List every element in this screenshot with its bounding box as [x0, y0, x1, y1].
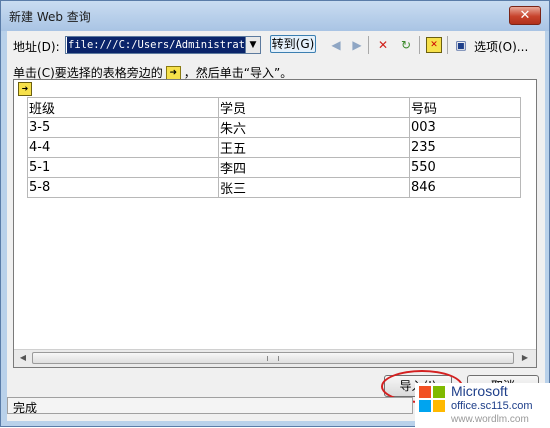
table-cell: 550 — [409, 157, 521, 178]
table-row: 5-8 张三 846 — [27, 177, 521, 198]
instruction-suffix: ，然后单击“导入”。 — [183, 66, 293, 80]
new-web-query-window: 新建 Web 查询 ✕ 地址(D): file:///C:/Users/Admi… — [0, 0, 550, 428]
address-label: 地址(D): — [13, 40, 60, 54]
watermark: Microsoft office.sc115.com www.wordlm.co… — [415, 383, 550, 428]
scroll-right-icon[interactable]: ▶ — [519, 352, 531, 364]
toolbar-separator — [368, 36, 369, 54]
address-dropdown-button[interactable]: ▼ — [245, 36, 261, 54]
instruction-prefix: 单击 — [13, 66, 38, 80]
table-row: 3-5 朱六 003 — [27, 117, 521, 138]
chevron-down-icon: ▼ — [249, 40, 257, 50]
address-input[interactable]: file:///C:/Users/Administrator/ — [65, 36, 247, 54]
save-query-icon[interactable]: ▣ — [453, 37, 469, 53]
scroll-grip-icon — [267, 356, 279, 361]
hide-icons-icon[interactable]: ✕ — [426, 37, 442, 53]
dialog-client-area: 地址(D): file:///C:/Users/Administrator/ ▼… — [7, 31, 545, 421]
table-cell: 号码 — [409, 97, 521, 118]
go-button[interactable]: 转到(G) — [270, 35, 316, 53]
instruction-mid: 要选择的表格旁边的 — [54, 66, 163, 80]
close-button[interactable]: ✕ — [509, 6, 541, 25]
address-value: file:///C:/Users/Administrator/ — [67, 37, 246, 53]
table-row: 4-4 王五 235 — [27, 137, 521, 158]
window-title: 新建 Web 查询 — [9, 10, 91, 24]
title-bar: 新建 Web 查询 ✕ — [1, 1, 549, 31]
table-cell: 班级 — [27, 97, 219, 118]
forward-icon[interactable]: ▶ — [349, 37, 365, 53]
table-cell: 李四 — [218, 157, 410, 178]
table-cell: 王五 — [218, 137, 410, 158]
data-table: 班级 学员 号码 3-5 朱六 003 4-4 王五 235 5-1 李四 550 5-8 张三 846 — [27, 97, 521, 198]
toolbar-separator — [447, 36, 448, 54]
refresh-icon[interactable]: ↻ — [398, 37, 414, 53]
scroll-left-icon[interactable]: ◀ — [17, 352, 29, 364]
table-cell: 3-5 — [27, 117, 219, 138]
toolbar-separator — [419, 36, 420, 54]
table-cell: 846 — [409, 177, 521, 198]
table-header-row: 班级 学员 号码 — [27, 97, 521, 118]
toolbar: 地址(D): file:///C:/Users/Administrator/ ▼… — [7, 31, 545, 61]
watermark-url: www.wordlm.com — [451, 414, 529, 425]
scroll-thumb[interactable] — [32, 352, 514, 364]
table-select-arrow-icon[interactable]: ➜ — [18, 82, 32, 96]
table-cell: 学员 — [218, 97, 410, 118]
horizontal-scrollbar[interactable]: ◀ ▶ — [14, 349, 536, 367]
watermark-site: office.sc115.com — [451, 400, 533, 412]
table-cell: 朱六 — [218, 117, 410, 138]
watermark-brand: Microsoft — [451, 383, 508, 399]
table-cell: 5-8 — [27, 177, 219, 198]
options-button[interactable]: 选项(O)... — [474, 38, 528, 55]
table-cell: 张三 — [218, 177, 410, 198]
table-row: 5-1 李四 550 — [27, 157, 521, 178]
status-text: 完成 — [13, 401, 38, 415]
table-cell: 003 — [409, 117, 521, 138]
web-preview-pane: ➜ 班级 学员 号码 3-5 朱六 003 4-4 王五 235 5-1 李四 550 5-8 张三 846… — [13, 79, 537, 368]
status-bar: 完成 — [7, 397, 413, 415]
table-cell: 235 — [409, 137, 521, 158]
table-cell: 4-4 — [27, 137, 219, 158]
microsoft-logo-icon — [419, 386, 445, 412]
table-cell: 5-1 — [27, 157, 219, 178]
stop-icon[interactable]: ✕ — [375, 37, 391, 53]
back-icon[interactable]: ◀ — [328, 37, 344, 53]
